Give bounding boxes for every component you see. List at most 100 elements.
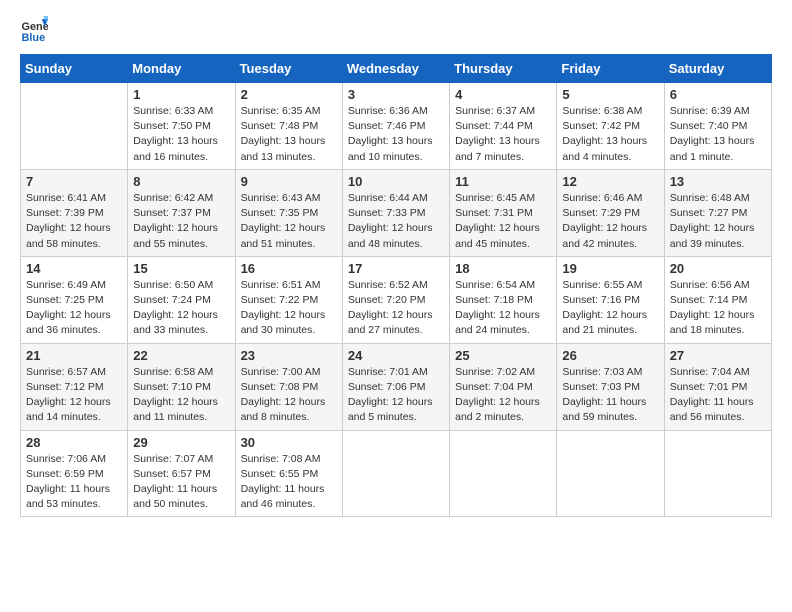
day-info: Sunrise: 7:08 AMSunset: 6:55 PMDaylight:… <box>241 452 337 513</box>
day-number: 19 <box>562 261 658 276</box>
calendar-body: 1 Sunrise: 6:33 AMSunset: 7:50 PMDaylight… <box>21 83 772 517</box>
day-cell <box>21 83 128 170</box>
logo: General Blue <box>20 16 52 44</box>
day-number: 26 <box>562 348 658 363</box>
header-cell-wednesday: Wednesday <box>342 55 449 83</box>
day-cell: 18 Sunrise: 6:54 AMSunset: 7:18 PMDayligh… <box>450 256 557 343</box>
day-cell <box>342 430 449 517</box>
day-info: Sunrise: 7:04 AMSunset: 7:01 PMDaylight:… <box>670 365 766 426</box>
day-info: Sunrise: 6:48 AMSunset: 7:27 PMDaylight:… <box>670 191 766 252</box>
day-info: Sunrise: 6:44 AMSunset: 7:33 PMDaylight:… <box>348 191 444 252</box>
day-number: 23 <box>241 348 337 363</box>
day-number: 1 <box>133 87 229 102</box>
header-cell-tuesday: Tuesday <box>235 55 342 83</box>
calendar-header: SundayMondayTuesdayWednesdayThursdayFrid… <box>21 55 772 83</box>
day-cell: 10 Sunrise: 6:44 AMSunset: 7:33 PMDayligh… <box>342 169 449 256</box>
day-number: 22 <box>133 348 229 363</box>
day-number: 5 <box>562 87 658 102</box>
day-number: 14 <box>26 261 122 276</box>
header-cell-thursday: Thursday <box>450 55 557 83</box>
day-info: Sunrise: 6:43 AMSunset: 7:35 PMDaylight:… <box>241 191 337 252</box>
header-row: SundayMondayTuesdayWednesdayThursdayFrid… <box>21 55 772 83</box>
day-number: 10 <box>348 174 444 189</box>
day-cell <box>664 430 771 517</box>
day-info: Sunrise: 6:33 AMSunset: 7:50 PMDaylight:… <box>133 104 229 165</box>
day-info: Sunrise: 6:58 AMSunset: 7:10 PMDaylight:… <box>133 365 229 426</box>
day-cell: 29Sunrise: 7:07 AMSunset: 6:57 PMDayligh… <box>128 430 235 517</box>
day-info: Sunrise: 6:36 AMSunset: 7:46 PMDaylight:… <box>348 104 444 165</box>
svg-text:Blue: Blue <box>22 32 46 44</box>
week-row-5: 28Sunrise: 7:06 AMSunset: 6:59 PMDayligh… <box>21 430 772 517</box>
day-info: Sunrise: 6:35 AMSunset: 7:48 PMDaylight:… <box>241 104 337 165</box>
day-info: Sunrise: 6:55 AMSunset: 7:16 PMDaylight:… <box>562 278 658 339</box>
calendar-table: SundayMondayTuesdayWednesdayThursdayFrid… <box>20 54 772 517</box>
header: General Blue <box>20 16 772 44</box>
day-cell: 28Sunrise: 7:06 AMSunset: 6:59 PMDayligh… <box>21 430 128 517</box>
week-row-1: 1 Sunrise: 6:33 AMSunset: 7:50 PMDaylight… <box>21 83 772 170</box>
day-info: Sunrise: 6:51 AMSunset: 7:22 PMDaylight:… <box>241 278 337 339</box>
day-cell: 5Sunrise: 6:38 AMSunset: 7:42 PMDaylight… <box>557 83 664 170</box>
day-number: 8 <box>133 174 229 189</box>
day-cell: 20 Sunrise: 6:56 AMSunset: 7:14 PMDayligh… <box>664 256 771 343</box>
day-cell: 13 Sunrise: 6:48 AMSunset: 7:27 PMDayligh… <box>664 169 771 256</box>
header-cell-monday: Monday <box>128 55 235 83</box>
week-row-3: 14Sunrise: 6:49 AMSunset: 7:25 PMDayligh… <box>21 256 772 343</box>
day-cell: 7 Sunrise: 6:41 AMSunset: 7:39 PMDaylight… <box>21 169 128 256</box>
day-info: Sunrise: 6:56 AMSunset: 7:14 PMDaylight:… <box>670 278 766 339</box>
day-cell: 2 Sunrise: 6:35 AMSunset: 7:48 PMDaylight… <box>235 83 342 170</box>
day-number: 18 <box>455 261 551 276</box>
day-info: Sunrise: 6:50 AMSunset: 7:24 PMDaylight:… <box>133 278 229 339</box>
day-cell: 1 Sunrise: 6:33 AMSunset: 7:50 PMDaylight… <box>128 83 235 170</box>
day-number: 11 <box>455 174 551 189</box>
day-number: 13 <box>670 174 766 189</box>
day-cell: 15 Sunrise: 6:50 AMSunset: 7:24 PMDayligh… <box>128 256 235 343</box>
day-info: Sunrise: 6:45 AMSunset: 7:31 PMDaylight:… <box>455 191 551 252</box>
day-info: Sunrise: 6:42 AMSunset: 7:37 PMDaylight:… <box>133 191 229 252</box>
day-cell: 8 Sunrise: 6:42 AMSunset: 7:37 PMDaylight… <box>128 169 235 256</box>
day-cell: 3Sunrise: 6:36 AMSunset: 7:46 PMDaylight… <box>342 83 449 170</box>
header-cell-saturday: Saturday <box>664 55 771 83</box>
day-cell <box>450 430 557 517</box>
day-info: Sunrise: 6:54 AMSunset: 7:18 PMDaylight:… <box>455 278 551 339</box>
day-cell: 12Sunrise: 6:46 AMSunset: 7:29 PMDayligh… <box>557 169 664 256</box>
day-info: Sunrise: 6:52 AMSunset: 7:20 PMDaylight:… <box>348 278 444 339</box>
day-info: Sunrise: 7:01 AMSunset: 7:06 PMDaylight:… <box>348 365 444 426</box>
day-number: 15 <box>133 261 229 276</box>
day-cell: 4 Sunrise: 6:37 AMSunset: 7:44 PMDaylight… <box>450 83 557 170</box>
week-row-2: 7 Sunrise: 6:41 AMSunset: 7:39 PMDaylight… <box>21 169 772 256</box>
day-number: 20 <box>670 261 766 276</box>
day-cell: 22 Sunrise: 6:58 AMSunset: 7:10 PMDayligh… <box>128 343 235 430</box>
day-info: Sunrise: 6:37 AMSunset: 7:44 PMDaylight:… <box>455 104 551 165</box>
day-info: Sunrise: 6:39 AMSunset: 7:40 PMDaylight:… <box>670 104 766 165</box>
day-info: Sunrise: 7:03 AMSunset: 7:03 PMDaylight:… <box>562 365 658 426</box>
logo-icon: General Blue <box>20 16 48 44</box>
day-number: 4 <box>455 87 551 102</box>
day-number: 12 <box>562 174 658 189</box>
day-number: 27 <box>670 348 766 363</box>
day-number: 6 <box>670 87 766 102</box>
day-cell: 11 Sunrise: 6:45 AMSunset: 7:31 PMDayligh… <box>450 169 557 256</box>
day-number: 16 <box>241 261 337 276</box>
day-cell: 14Sunrise: 6:49 AMSunset: 7:25 PMDayligh… <box>21 256 128 343</box>
day-number: 2 <box>241 87 337 102</box>
day-number: 9 <box>241 174 337 189</box>
day-cell: 21Sunrise: 6:57 AMSunset: 7:12 PMDayligh… <box>21 343 128 430</box>
day-number: 7 <box>26 174 122 189</box>
day-cell: 30Sunrise: 7:08 AMSunset: 6:55 PMDayligh… <box>235 430 342 517</box>
day-cell <box>557 430 664 517</box>
day-info: Sunrise: 7:00 AMSunset: 7:08 PMDaylight:… <box>241 365 337 426</box>
header-cell-sunday: Sunday <box>21 55 128 83</box>
day-cell: 19 Sunrise: 6:55 AMSunset: 7:16 PMDayligh… <box>557 256 664 343</box>
day-cell: 9 Sunrise: 6:43 AMSunset: 7:35 PMDaylight… <box>235 169 342 256</box>
day-cell: 24Sunrise: 7:01 AMSunset: 7:06 PMDayligh… <box>342 343 449 430</box>
day-number: 28 <box>26 435 122 450</box>
day-cell: 26 Sunrise: 7:03 AMSunset: 7:03 PMDayligh… <box>557 343 664 430</box>
day-cell: 27 Sunrise: 7:04 AMSunset: 7:01 PMDayligh… <box>664 343 771 430</box>
day-cell: 16 Sunrise: 6:51 AMSunset: 7:22 PMDayligh… <box>235 256 342 343</box>
day-number: 21 <box>26 348 122 363</box>
day-info: Sunrise: 6:41 AMSunset: 7:39 PMDaylight:… <box>26 191 122 252</box>
day-cell: 25Sunrise: 7:02 AMSunset: 7:04 PMDayligh… <box>450 343 557 430</box>
day-number: 17 <box>348 261 444 276</box>
day-number: 25 <box>455 348 551 363</box>
week-row-4: 21Sunrise: 6:57 AMSunset: 7:12 PMDayligh… <box>21 343 772 430</box>
